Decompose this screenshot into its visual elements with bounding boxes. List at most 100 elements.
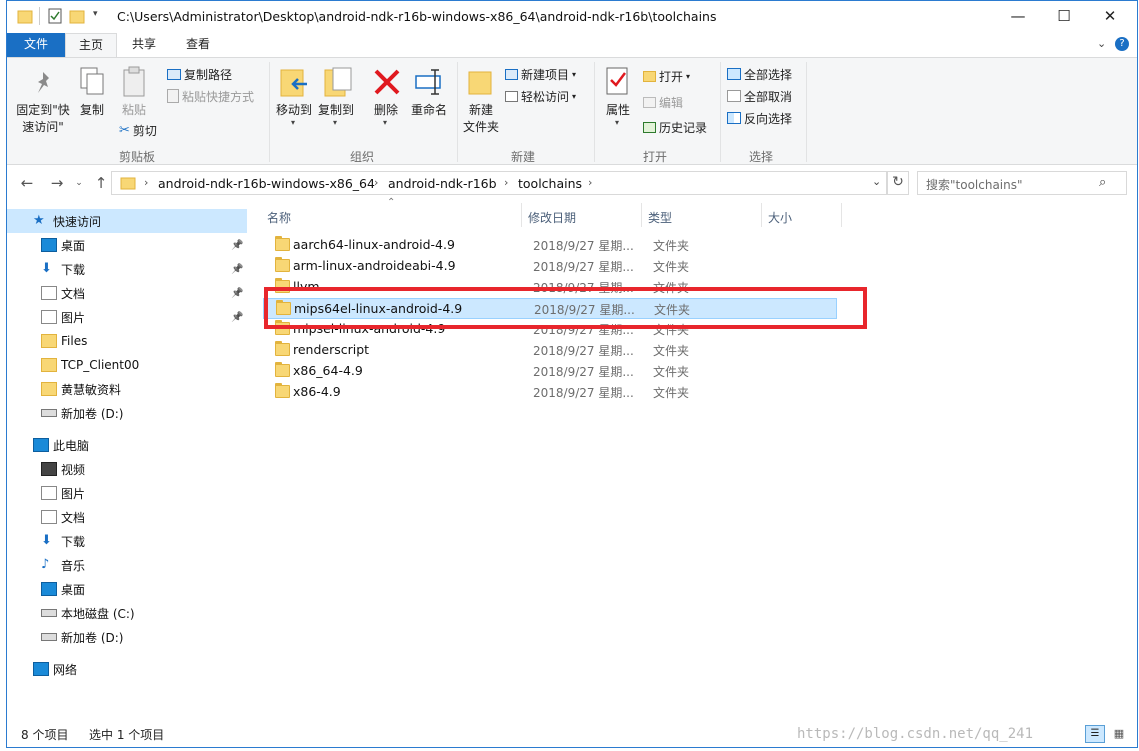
nav-item-9[interactable]: 此电脑 bbox=[7, 433, 247, 457]
delete-button[interactable]: 删除 bbox=[369, 102, 403, 119]
nav-item-2[interactable]: ⬇ 下载 📌 bbox=[7, 257, 247, 281]
tab-share[interactable]: 共享 bbox=[119, 33, 169, 57]
nav-item-label: 下载 bbox=[61, 262, 86, 277]
paste-button[interactable]: 粘贴 bbox=[119, 102, 149, 119]
rename-button[interactable]: 重命名 bbox=[407, 102, 451, 119]
folder-icon bbox=[41, 358, 57, 372]
details-view-icon[interactable]: ☰ bbox=[1085, 725, 1105, 743]
pin-icon[interactable]: 📌 bbox=[231, 264, 243, 275]
properties-button[interactable]: 属性 bbox=[601, 102, 635, 119]
search-input[interactable]: 搜索"toolchains" bbox=[917, 171, 1127, 195]
copy-icon bbox=[80, 67, 104, 95]
copy-path-button[interactable]: 复制路径 bbox=[167, 64, 232, 84]
breadcrumb-ndk-windows[interactable]: android-ndk-r16b-windows-x86_64 bbox=[158, 176, 375, 191]
refresh-button[interactable]: ↻ bbox=[887, 171, 909, 195]
nav-item-6[interactable]: TCP_Client00 bbox=[7, 353, 247, 377]
tab-file[interactable]: 文件 bbox=[7, 33, 65, 57]
column-divider[interactable] bbox=[641, 203, 642, 227]
ribbon-separator bbox=[720, 62, 721, 162]
address-dropdown-icon[interactable]: ⌄ bbox=[872, 175, 881, 188]
tab-home[interactable]: 主页 bbox=[65, 33, 117, 57]
select-all-label: 全部选择 bbox=[744, 67, 793, 82]
help-icon[interactable]: ? bbox=[1115, 37, 1129, 51]
select-none-button[interactable]: 全部取消 bbox=[727, 86, 792, 106]
organize-group-label: 组织 bbox=[349, 150, 374, 164]
edit-button[interactable]: 编辑 bbox=[643, 92, 683, 112]
close-button[interactable]: ✕ bbox=[1087, 1, 1133, 31]
selected-count: 选中 1 个项目 bbox=[89, 728, 165, 742]
nav-item-18[interactable]: 网络 bbox=[7, 657, 247, 681]
search-icon[interactable]: ⌕ bbox=[1099, 175, 1106, 190]
delete-dropdown-icon[interactable]: ▾ bbox=[383, 118, 387, 127]
open-button[interactable]: 打开 ▾ bbox=[643, 66, 690, 86]
nav-item-12[interactable]: 文档 bbox=[7, 505, 247, 529]
nav-item-10[interactable]: 视频 bbox=[7, 457, 247, 481]
open-icon bbox=[643, 70, 656, 82]
file-row[interactable]: aarch64-linux-android-4.9 2018/9/27 星期...… bbox=[263, 235, 837, 256]
back-button[interactable]: ← bbox=[17, 173, 37, 193]
new-item-button[interactable]: 新建项目 ▾ bbox=[505, 64, 576, 84]
chevron-right-icon[interactable]: › bbox=[588, 176, 592, 189]
nav-item-13[interactable]: ⬇ 下载 bbox=[7, 529, 247, 553]
minimize-button[interactable]: — bbox=[995, 1, 1041, 31]
address-bar[interactable]: › android-ndk-r16b-windows-x86_64 › andr… bbox=[111, 171, 887, 195]
maximize-button[interactable]: ☐ bbox=[1041, 1, 1087, 31]
nav-item-1[interactable]: 桌面 📌 bbox=[7, 233, 247, 257]
recent-locations-button[interactable]: ⌄ bbox=[69, 173, 89, 193]
nav-item-15[interactable]: 桌面 bbox=[7, 577, 247, 601]
column-header-name[interactable]: 名称 bbox=[267, 209, 291, 226]
paste-shortcut-button[interactable]: 粘贴快捷方式 bbox=[167, 86, 254, 106]
nav-item-4[interactable]: 图片 📌 bbox=[7, 305, 247, 329]
nav-item-14[interactable]: ♪ 音乐 bbox=[7, 553, 247, 577]
cut-button[interactable]: ✂ 剪切 bbox=[119, 120, 157, 140]
file-row[interactable]: x86-4.9 2018/9/27 星期... 文件夹 bbox=[263, 382, 837, 403]
pin-icon[interactable]: 📌 bbox=[231, 288, 243, 299]
nav-item-5[interactable]: Files bbox=[7, 329, 247, 353]
properties-icon[interactable] bbox=[47, 8, 63, 24]
select-all-button[interactable]: 全部选择 bbox=[727, 64, 792, 84]
column-divider[interactable] bbox=[761, 203, 762, 227]
pin-icon[interactable]: 📌 bbox=[231, 312, 243, 323]
collapse-ribbon-icon[interactable]: ⌄ bbox=[1097, 37, 1106, 50]
breadcrumb-ndk[interactable]: android-ndk-r16b bbox=[388, 176, 497, 191]
breadcrumb-toolchains[interactable]: toolchains bbox=[518, 176, 582, 191]
move-to-dropdown-icon[interactable]: ▾ bbox=[291, 118, 295, 127]
copy-to-dropdown-icon[interactable]: ▾ bbox=[333, 118, 337, 127]
file-name: arm-linux-androideabi-4.9 bbox=[293, 258, 456, 273]
nav-item-3[interactable]: 文档 📌 bbox=[7, 281, 247, 305]
copy-button[interactable]: 复制 bbox=[77, 102, 107, 119]
properties-dropdown-icon[interactable]: ▾ bbox=[615, 118, 619, 127]
nav-item-16[interactable]: 本地磁盘 (C:) bbox=[7, 601, 247, 625]
invert-selection-button[interactable]: 反向选择 bbox=[727, 108, 792, 128]
history-button[interactable]: 历史记录 bbox=[643, 117, 707, 137]
pin-icon[interactable]: 📌 bbox=[231, 240, 243, 251]
nav-item-7[interactable]: 黄慧敏资料 bbox=[7, 377, 247, 401]
nav-item-11[interactable]: 图片 bbox=[7, 481, 247, 505]
file-row[interactable]: renderscript 2018/9/27 星期... 文件夹 bbox=[263, 340, 837, 361]
pin-quick-access-button[interactable]: 固定到"快 速访问" bbox=[13, 102, 73, 136]
easy-access-button[interactable]: 轻松访问 ▾ bbox=[505, 86, 576, 106]
chevron-right-icon[interactable]: › bbox=[504, 176, 508, 189]
forward-button[interactable]: → bbox=[47, 173, 67, 193]
column-divider[interactable] bbox=[521, 203, 522, 227]
copy-to-button[interactable]: 复制到 bbox=[315, 102, 357, 119]
new-folder-button[interactable]: 新建 文件夹 bbox=[459, 102, 503, 136]
tab-view[interactable]: 查看 bbox=[173, 33, 223, 57]
file-row[interactable]: arm-linux-androideabi-4.9 2018/9/27 星期...… bbox=[263, 256, 837, 277]
column-header-date[interactable]: 修改日期 bbox=[528, 209, 576, 226]
column-divider[interactable] bbox=[841, 203, 842, 227]
column-header-type[interactable]: 类型 bbox=[648, 209, 672, 226]
file-list: ⌃ 名称 修改日期 类型 大小 aarch64-linux-android-4.… bbox=[257, 197, 1137, 713]
move-to-button[interactable]: 移动到 bbox=[273, 102, 315, 119]
large-icons-view-icon[interactable]: ▦ bbox=[1109, 725, 1129, 743]
chevron-right-icon[interactable]: › bbox=[374, 176, 378, 189]
nav-item-17[interactable]: 新加卷 (D:) bbox=[7, 625, 247, 649]
file-row[interactable]: x86_64-4.9 2018/9/27 星期... 文件夹 bbox=[263, 361, 837, 382]
new-folder-icon[interactable] bbox=[69, 8, 85, 24]
column-header-size[interactable]: 大小 bbox=[768, 209, 792, 226]
nav-item-0[interactable]: ★ 快速访问 bbox=[7, 209, 247, 233]
up-button[interactable]: ↑ bbox=[91, 173, 111, 193]
nav-item-8[interactable]: 新加卷 (D:) bbox=[7, 401, 247, 425]
qa-dropdown-icon[interactable]: ▾ bbox=[93, 9, 98, 19]
chevron-right-icon: › bbox=[144, 176, 149, 189]
